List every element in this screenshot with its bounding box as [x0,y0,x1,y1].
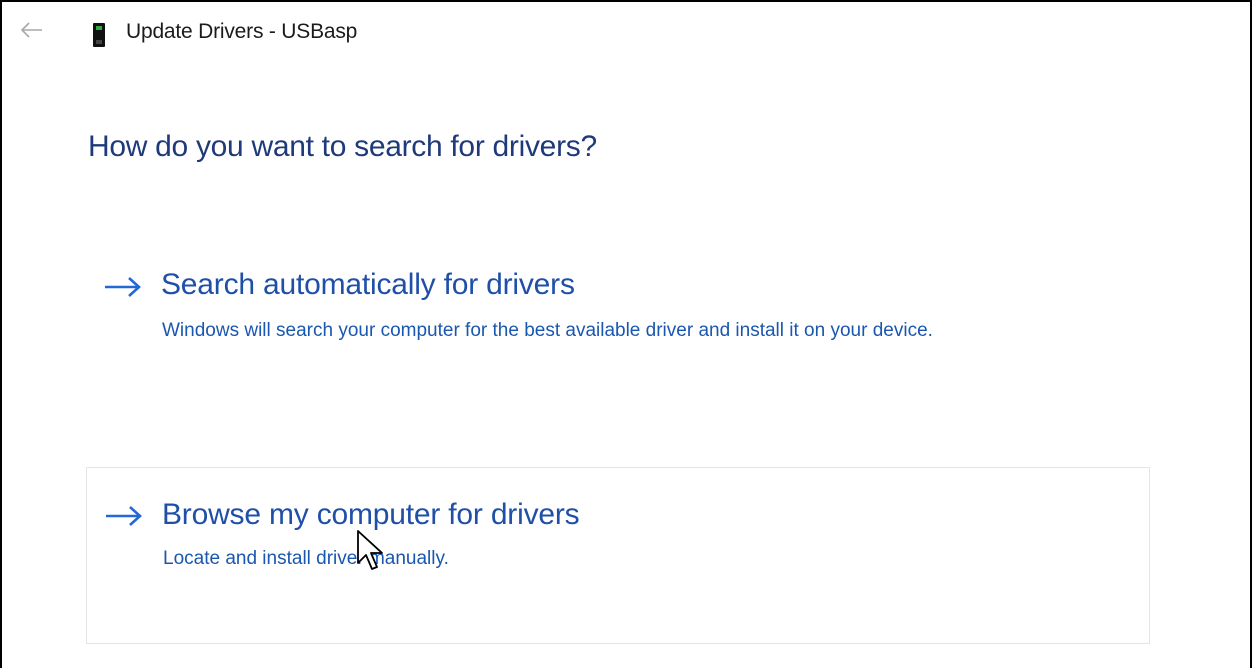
usb-device-icon [92,22,106,48]
option-description: Locate and install driver manually. [163,548,449,569]
right-arrow-icon [105,277,141,297]
back-button[interactable] [18,18,46,42]
title-bar: Update Drivers - USBasp [2,2,1250,62]
option-description: Windows will search your computer for th… [162,320,933,341]
back-arrow-icon [20,22,42,38]
right-arrow-icon [106,506,142,526]
option-title: Browse my computer for drivers [162,498,580,531]
update-drivers-window: Update Drivers - USBasp How do you want … [0,0,1252,668]
search-automatically-option[interactable]: Search automatically for drivers Windows… [86,254,1150,402]
option-title: Search automatically for drivers [161,268,575,301]
window-title: Update Drivers - USBasp [126,20,358,43]
page-heading: How do you want to search for drivers? [88,130,597,163]
browse-computer-option[interactable]: Browse my computer for drivers Locate an… [86,467,1150,644]
